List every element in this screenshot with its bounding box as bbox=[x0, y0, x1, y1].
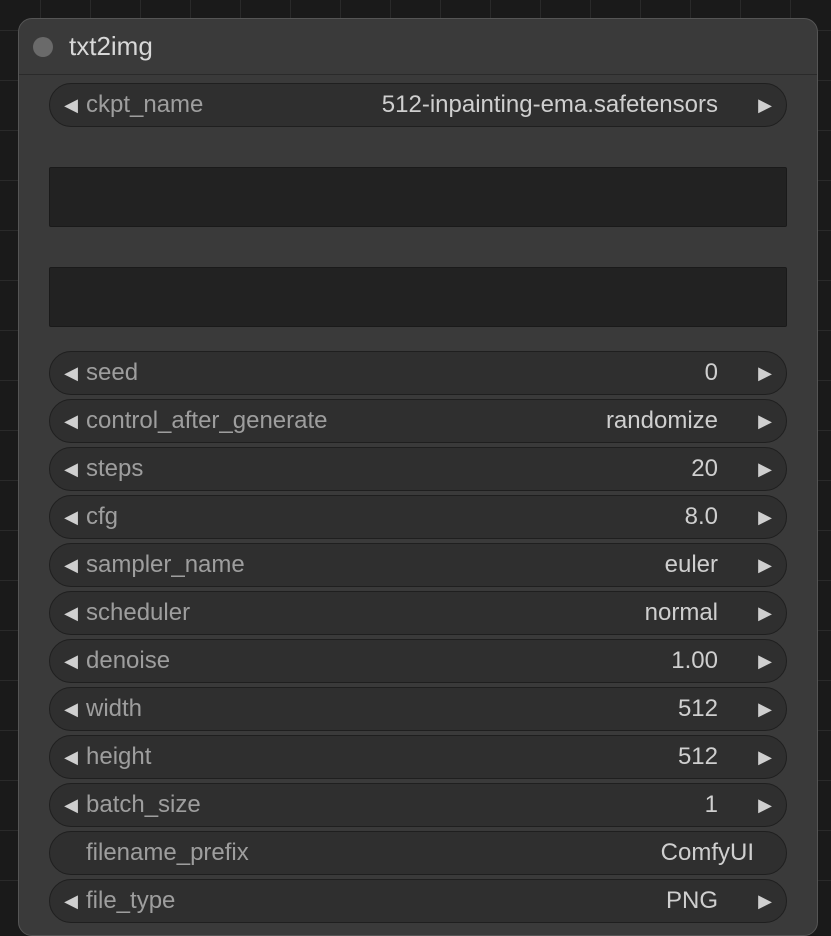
widget-label: denoise bbox=[84, 647, 170, 675]
widget-label: width bbox=[84, 695, 142, 723]
widget-label: seed bbox=[84, 359, 138, 387]
widget-label: file_type bbox=[84, 887, 175, 915]
positive-prompt-input[interactable] bbox=[49, 167, 787, 227]
arrow-left-icon[interactable]: ◀ bbox=[58, 95, 84, 116]
widget-label: batch_size bbox=[84, 791, 201, 819]
widget-value[interactable]: euler bbox=[665, 551, 722, 579]
arrow-right-icon[interactable]: ▶ bbox=[752, 699, 778, 720]
widget-denoise[interactable]: ◀ denoise 1.00 ▶ bbox=[49, 639, 787, 683]
widget-label: control_after_generate bbox=[84, 407, 328, 435]
widget-seed[interactable]: ◀ seed 0 ▶ bbox=[49, 351, 787, 395]
arrow-right-icon[interactable]: ▶ bbox=[752, 363, 778, 384]
widget-value[interactable]: randomize bbox=[606, 407, 722, 435]
widget-value[interactable]: 512 bbox=[678, 695, 722, 723]
widget-sampler-name[interactable]: ◀ sampler_name euler ▶ bbox=[49, 543, 787, 587]
node-body: ◀ ckpt_name 512-inpainting-ema.safetenso… bbox=[19, 83, 817, 935]
arrow-left-icon[interactable]: ◀ bbox=[58, 411, 84, 432]
arrow-left-icon[interactable]: ◀ bbox=[58, 891, 84, 912]
arrow-right-icon[interactable]: ▶ bbox=[752, 603, 778, 624]
widget-label: scheduler bbox=[84, 599, 190, 627]
arrow-left-icon[interactable]: ◀ bbox=[58, 699, 84, 720]
arrow-right-icon[interactable]: ▶ bbox=[752, 95, 778, 116]
widget-label: cfg bbox=[84, 503, 118, 531]
arrow-left-icon[interactable]: ◀ bbox=[58, 555, 84, 576]
arrow-left-icon[interactable]: ◀ bbox=[58, 507, 84, 528]
widget-value[interactable]: 512 bbox=[678, 743, 722, 771]
widget-value[interactable]: normal bbox=[645, 599, 722, 627]
negative-prompt-input[interactable] bbox=[49, 267, 787, 327]
widget-cfg[interactable]: ◀ cfg 8.0 ▶ bbox=[49, 495, 787, 539]
arrow-left-icon[interactable]: ◀ bbox=[58, 603, 84, 624]
widget-height[interactable]: ◀ height 512 ▶ bbox=[49, 735, 787, 779]
node-header[interactable]: txt2img bbox=[19, 19, 817, 75]
arrow-right-icon[interactable]: ▶ bbox=[752, 507, 778, 528]
node-title: txt2img bbox=[69, 31, 153, 62]
widget-label: height bbox=[84, 743, 151, 771]
arrow-right-icon[interactable]: ▶ bbox=[752, 459, 778, 480]
arrow-left-icon[interactable]: ◀ bbox=[58, 747, 84, 768]
widget-value[interactable]: 512-inpainting-ema.safetensors bbox=[382, 91, 722, 119]
arrow-right-icon[interactable]: ▶ bbox=[752, 555, 778, 576]
arrow-right-icon[interactable]: ▶ bbox=[752, 747, 778, 768]
arrow-right-icon[interactable]: ▶ bbox=[752, 411, 778, 432]
widget-width[interactable]: ◀ width 512 ▶ bbox=[49, 687, 787, 731]
widget-label: ckpt_name bbox=[84, 91, 203, 119]
widget-value[interactable]: 0 bbox=[705, 359, 722, 387]
widget-steps[interactable]: ◀ steps 20 ▶ bbox=[49, 447, 787, 491]
widget-value[interactable]: 1.00 bbox=[671, 647, 722, 675]
widget-value[interactable]: 20 bbox=[691, 455, 722, 483]
arrow-left-icon[interactable]: ◀ bbox=[58, 459, 84, 480]
widget-scheduler[interactable]: ◀ scheduler normal ▶ bbox=[49, 591, 787, 635]
widget-control-after-generate[interactable]: ◀ control_after_generate randomize ▶ bbox=[49, 399, 787, 443]
widget-value[interactable]: 1 bbox=[705, 791, 722, 819]
widget-ckpt-name[interactable]: ◀ ckpt_name 512-inpainting-ema.safetenso… bbox=[49, 83, 787, 127]
widget-batch-size[interactable]: ◀ batch_size 1 ▶ bbox=[49, 783, 787, 827]
arrow-left-icon[interactable]: ◀ bbox=[58, 363, 84, 384]
widget-value[interactable]: ComfyUI bbox=[661, 839, 758, 867]
widget-filename-prefix[interactable]: filename_prefix ComfyUI bbox=[49, 831, 787, 875]
widget-label: sampler_name bbox=[84, 551, 245, 579]
widget-value[interactable]: PNG bbox=[666, 887, 722, 915]
collapse-dot-icon[interactable] bbox=[33, 37, 53, 57]
arrow-right-icon[interactable]: ▶ bbox=[752, 795, 778, 816]
widget-value[interactable]: 8.0 bbox=[685, 503, 722, 531]
widget-file-type[interactable]: ◀ file_type PNG ▶ bbox=[49, 879, 787, 923]
arrow-right-icon[interactable]: ▶ bbox=[752, 891, 778, 912]
node-txt2img[interactable]: txt2img ◀ ckpt_name 512-inpainting-ema.s… bbox=[18, 18, 818, 936]
arrow-left-icon[interactable]: ◀ bbox=[58, 651, 84, 672]
widget-label: steps bbox=[84, 455, 143, 483]
widget-label: filename_prefix bbox=[84, 839, 249, 867]
arrow-right-icon[interactable]: ▶ bbox=[752, 651, 778, 672]
arrow-left-icon[interactable]: ◀ bbox=[58, 795, 84, 816]
